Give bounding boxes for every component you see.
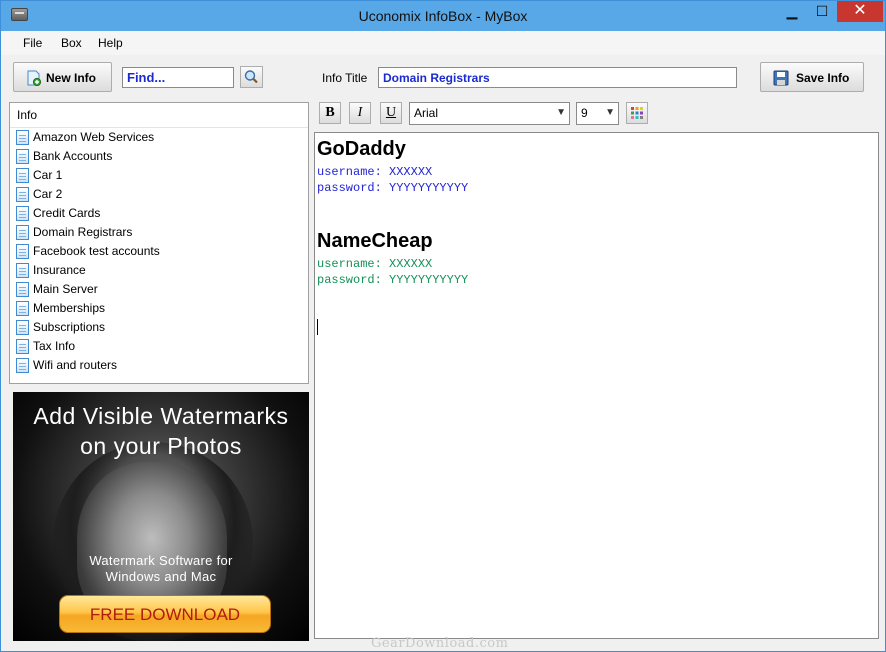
ad-headline-line-1: Add Visible Watermarks (33, 403, 289, 429)
app-window: Uconomix InfoBox - MyBox ▁ ☐ ✕ File Box … (0, 0, 886, 652)
document-icon (16, 187, 29, 202)
font-family-value: Arial (414, 106, 439, 120)
info-title-field[interactable]: Domain Registrars (378, 67, 737, 88)
list-item-label: Insurance (33, 263, 86, 277)
document-icon (16, 339, 29, 354)
color-picker-button[interactable] (626, 102, 648, 124)
list-item-label: Memberships (33, 301, 106, 315)
entry-username: username: XXXXXX (317, 165, 433, 179)
new-info-button[interactable]: New Info (13, 62, 112, 92)
font-size-value: 9 (581, 106, 588, 120)
list-item-label: Facebook test accounts (33, 244, 160, 258)
list-item[interactable]: Domain Registrars (10, 223, 308, 242)
bold-button[interactable]: B (319, 102, 341, 124)
list-item-label: Amazon Web Services (33, 130, 155, 144)
color-palette-icon (631, 107, 643, 119)
minimize-button[interactable]: ▁ (777, 1, 807, 22)
maximize-button[interactable]: ☐ (807, 1, 837, 22)
info-title-label: Info Title (322, 71, 368, 85)
entry-heading-namecheap: NameCheap (317, 230, 433, 252)
document-icon (16, 282, 29, 297)
document-icon (16, 301, 29, 316)
list-item[interactable]: Main Server (10, 280, 308, 299)
font-size-select[interactable]: 9 ▼ (576, 102, 619, 125)
document-icon (16, 320, 29, 335)
list-item[interactable]: Memberships (10, 299, 308, 318)
list-item[interactable]: Facebook test accounts (10, 242, 308, 261)
save-info-button[interactable]: Save Info (760, 62, 864, 92)
italic-button[interactable]: I (349, 102, 371, 124)
list-item[interactable]: Car 2 (10, 185, 308, 204)
ad-subtext-line-1: Watermark Software for (89, 553, 233, 568)
ad-subtext-line-2: Windows and Mac (105, 569, 217, 584)
close-button[interactable]: ✕ (837, 1, 883, 22)
find-input[interactable]: Find... (122, 67, 234, 88)
menu-file[interactable]: File (23, 36, 42, 50)
title-bar[interactable]: Uconomix InfoBox - MyBox ▁ ☐ ✕ (1, 1, 885, 31)
entry-password: password: YYYYYYYYYYY (317, 273, 469, 287)
list-item[interactable]: Amazon Web Services (10, 128, 308, 147)
info-list-header[interactable]: Info (10, 103, 308, 128)
underline-button[interactable]: U (380, 102, 402, 124)
list-item[interactable]: Insurance (10, 261, 308, 280)
document-icon (16, 263, 29, 278)
list-item-label: Credit Cards (33, 206, 101, 220)
site-watermark: GearDownload.com (371, 636, 509, 651)
ad-headline-line-2: on your Photos (80, 433, 242, 459)
floppy-save-icon (773, 70, 789, 89)
new-info-label: New Info (46, 71, 96, 85)
list-item[interactable]: Subscriptions (10, 318, 308, 337)
chevron-down-icon: ▼ (605, 107, 615, 118)
list-item-label: Wifi and routers (33, 358, 118, 372)
menu-box[interactable]: Box (61, 36, 82, 50)
info-list: Info Amazon Web Services Bank Accounts C… (9, 102, 309, 384)
entry-password: password: YYYYYYYYYYY (317, 181, 469, 195)
document-icon (16, 225, 29, 240)
list-item[interactable]: Tax Info (10, 337, 308, 356)
list-item[interactable]: Car 1 (10, 166, 308, 185)
list-item[interactable]: Wifi and routers (10, 356, 308, 375)
list-item-label: Car 2 (33, 187, 63, 201)
menu-help[interactable]: Help (98, 36, 123, 50)
advertisement-banner[interactable]: Add Visible Watermarks on your Photos Wa… (13, 392, 309, 641)
list-item-label: Bank Accounts (33, 149, 113, 163)
entry-username: username: XXXXXX (317, 257, 433, 271)
window-title: Uconomix InfoBox - MyBox (358, 8, 528, 24)
rich-text-editor[interactable]: GoDaddy username: XXXXXX password: YYYYY… (314, 132, 879, 639)
font-family-select[interactable]: Arial ▼ (409, 102, 570, 125)
document-icon (16, 130, 29, 145)
menu-bar: File Box Help (1, 31, 885, 55)
save-info-label: Save Info (796, 71, 850, 85)
list-item-label: Car 1 (33, 168, 63, 182)
document-icon (16, 168, 29, 183)
ad-subtext: Watermark Software for Windows and Mac (13, 553, 309, 585)
document-icon (16, 358, 29, 373)
list-item-label: Tax Info (33, 339, 76, 353)
ad-headline: Add Visible Watermarks on your Photos (13, 401, 309, 461)
document-icon (16, 206, 29, 221)
list-item[interactable]: Bank Accounts (10, 147, 308, 166)
list-item-label: Domain Registrars (33, 225, 133, 239)
new-document-icon (26, 70, 42, 89)
list-item[interactable]: Credit Cards (10, 204, 308, 223)
magnifier-icon (244, 70, 258, 84)
search-button[interactable] (240, 66, 263, 88)
document-icon (16, 149, 29, 164)
text-caret (317, 319, 318, 335)
free-download-button[interactable]: FREE DOWNLOAD (59, 595, 271, 633)
list-item-label: Main Server (33, 282, 98, 296)
chevron-down-icon: ▼ (556, 107, 566, 118)
entry-heading-godaddy: GoDaddy (317, 138, 406, 160)
list-item-label: Subscriptions (33, 320, 106, 334)
document-icon (16, 244, 29, 259)
